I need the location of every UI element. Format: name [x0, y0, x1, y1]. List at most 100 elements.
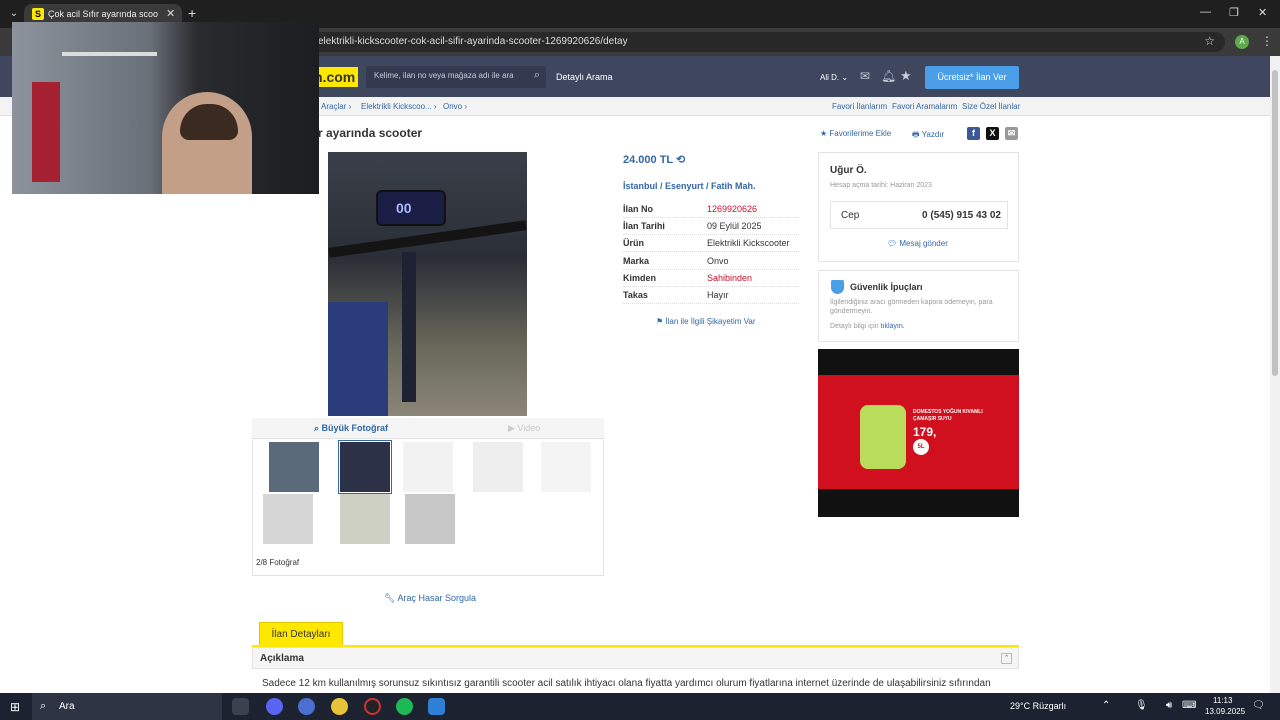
app-icon[interactable] — [298, 698, 315, 715]
tab-list-button[interactable]: ⌄ — [6, 6, 22, 22]
thumbnail[interactable] — [269, 442, 319, 492]
search-icon[interactable]: ⌕ — [534, 69, 540, 82]
tab-video[interactable]: ▶ Video — [508, 423, 540, 434]
wrench-icon: 🔧︎ — [384, 593, 398, 603]
info-row: Kimden Sahibinden — [623, 270, 799, 287]
seller-name[interactable]: Uğur Ö. — [830, 165, 867, 176]
app-icon[interactable] — [428, 698, 445, 715]
facebook-share-icon[interactable]: f — [967, 127, 980, 140]
breadcrumb-item[interactable]: Araçlar › — [321, 102, 351, 111]
thumbnail[interactable] — [405, 494, 455, 544]
thumbnail-grid — [252, 438, 604, 576]
x-share-icon[interactable]: X — [986, 127, 999, 140]
photo-rug — [328, 302, 388, 416]
damage-query-link[interactable]: 🔧︎ Araç Hasar Sorgula — [384, 593, 476, 604]
page-title: r ayarında scooter — [318, 126, 423, 140]
info-value: Elektrikli Kickscooter — [707, 238, 790, 248]
info-value: Sahibinden — [707, 273, 753, 283]
search-input[interactable]: Kelime, ilan no veya mağaza adı ile ara — [374, 71, 514, 80]
send-message-button[interactable]: 💬︎ Mesaj gönder — [887, 239, 948, 248]
photo-display-readout: 00 — [396, 200, 412, 216]
report-label: İlan ile İlgili Şikayetim Var — [665, 317, 756, 326]
spotify-icon[interactable] — [396, 698, 413, 715]
video-label: Video — [517, 423, 541, 433]
safety-more-prefix: Detaylı bilgi için — [830, 323, 881, 330]
url-text[interactable]: elektrikli-kickscooter-cok-acil-sifir-ay… — [318, 36, 628, 47]
price-history-icon[interactable]: ⟲ — [673, 154, 685, 166]
main-photo[interactable]: 00 — [328, 152, 527, 416]
email-share-icon[interactable]: ✉ — [1005, 127, 1018, 140]
ad-product-image — [860, 405, 906, 469]
site-search[interactable]: Kelime, ilan no veya mağaza adı ile ara … — [366, 66, 546, 88]
detailed-search-link[interactable]: Detaylı Arama — [556, 72, 613, 82]
tray-chevron-icon[interactable]: ⌃ — [1102, 700, 1110, 711]
favicon-icon: S — [32, 8, 44, 20]
favorite-listings-link[interactable]: Favori İlanlarım — [832, 102, 887, 111]
photo-stem — [402, 252, 416, 402]
window-close-icon[interactable]: ✕ — [1258, 6, 1267, 19]
favorite-searches-link[interactable]: Favori Aramalarım — [892, 102, 957, 111]
thumbnail[interactable] — [541, 442, 591, 492]
report-listing-link[interactable]: ⚑ İlan ile İlgili Şikayetim Var — [656, 317, 756, 326]
info-key: Takas — [623, 290, 648, 300]
breadcrumb-item[interactable]: Onvo › — [443, 102, 467, 111]
new-tab-button[interactable]: + — [188, 5, 196, 21]
restore-icon[interactable]: ❐ — [1229, 6, 1239, 19]
taskbar-search[interactable]: ⌕ Ara — [32, 693, 222, 720]
add-favorite-button[interactable]: ★ Favorilerime Ekle — [820, 129, 891, 138]
bookmark-star-icon[interactable]: ☆ — [1204, 34, 1215, 48]
collapse-icon[interactable]: ⌃ — [1001, 653, 1012, 664]
address-bar[interactable]: elektrikli-kickscooter-cok-acil-sifir-ay… — [300, 32, 1225, 52]
post-ad-button[interactable]: Ücretsiz* İlan Ver — [925, 66, 1019, 89]
user-menu[interactable]: Ali D. ⌄ — [820, 73, 848, 82]
info-row: Marka Onvo — [623, 253, 799, 270]
clock-time[interactable]: 11:13 — [1213, 696, 1232, 705]
notification-icon[interactable]: 🗨︎ — [1252, 700, 1265, 711]
tab-listing-details[interactable]: İlan Detayları — [259, 622, 343, 645]
price: 24.000 TL ⟲ — [623, 153, 685, 166]
breadcrumb-item[interactable]: Elektrikli Kickscoo... › — [361, 102, 437, 111]
weather-widget[interactable]: 29°C Rüzgarlı — [1010, 701, 1066, 711]
webcam-towel — [32, 82, 60, 182]
description-header: Açıklama ⌃ — [252, 647, 1019, 669]
bell-icon[interactable]: 🔔︎ — [881, 69, 896, 83]
page-scrollbar[interactable] — [1270, 56, 1280, 693]
message-label: Mesaj gönder — [899, 239, 948, 248]
discord-icon[interactable] — [266, 698, 283, 715]
ad-badge: 5L — [913, 439, 929, 455]
special-listings-link[interactable]: Size Özel İlanlar — [962, 102, 1020, 111]
thumbnail[interactable] — [403, 442, 453, 492]
task-view-icon[interactable] — [232, 698, 249, 715]
print-button[interactable]: 🖶︎ Yazdır — [912, 129, 944, 143]
big-photo-label: Büyük Fotoğraf — [321, 423, 389, 433]
tab-close-icon[interactable]: ✕ — [166, 7, 175, 20]
ad-banner[interactable]: DOMESTOS YOĞUN KIVAMLI ÇAMAŞIR SUYU 179,… — [818, 349, 1019, 517]
thumbnail[interactable] — [473, 442, 523, 492]
safety-more-link[interactable]: tıklayın. — [881, 323, 905, 330]
safety-tips-card: Güvenlik İpuçları İlgilendiğiniz aracı g… — [818, 270, 1019, 342]
favorites-star-icon[interactable]: ★ — [900, 68, 912, 84]
windows-start-icon[interactable]: ⊞ — [10, 700, 20, 714]
minimize-icon[interactable]: — — [1200, 6, 1211, 18]
volume-icon[interactable]: 🔊︎ — [1166, 700, 1172, 711]
profile-avatar[interactable]: A — [1235, 35, 1249, 49]
thumbnail[interactable] — [263, 494, 313, 544]
chrome-icon[interactable] — [331, 698, 348, 715]
obs-icon[interactable] — [364, 698, 381, 715]
thumbnail[interactable] — [340, 494, 390, 544]
info-value: Hayır — [707, 290, 729, 300]
thumbnail-selected[interactable] — [338, 440, 392, 494]
info-value: Onvo — [707, 256, 729, 266]
phone-number[interactable]: 0 (545) 915 43 02 — [922, 210, 1001, 221]
clock-date[interactable]: 13.09.2025 — [1205, 707, 1245, 716]
location-link[interactable]: İstanbul / Esenyurt / Fatih Mah. — [623, 181, 756, 191]
scroll-thumb[interactable] — [1272, 70, 1278, 376]
browser-menu-icon[interactable]: ⋮ — [1261, 34, 1273, 48]
safety-more: Detaylı bilgi için tıklayın. — [830, 323, 905, 330]
shield-icon — [831, 280, 844, 294]
keyboard-icon[interactable]: ⌨ — [1182, 700, 1196, 711]
microphone-icon[interactable]: 🎙︎ — [1135, 700, 1148, 711]
tab-big-photo[interactable]: ⌕ Büyük Fotoğraf — [314, 423, 388, 434]
mail-icon[interactable]: ✉ — [860, 69, 870, 83]
ad-text: DOMESTOS YOĞUN KIVAMLI ÇAMAŞIR SUYU — [913, 409, 983, 422]
